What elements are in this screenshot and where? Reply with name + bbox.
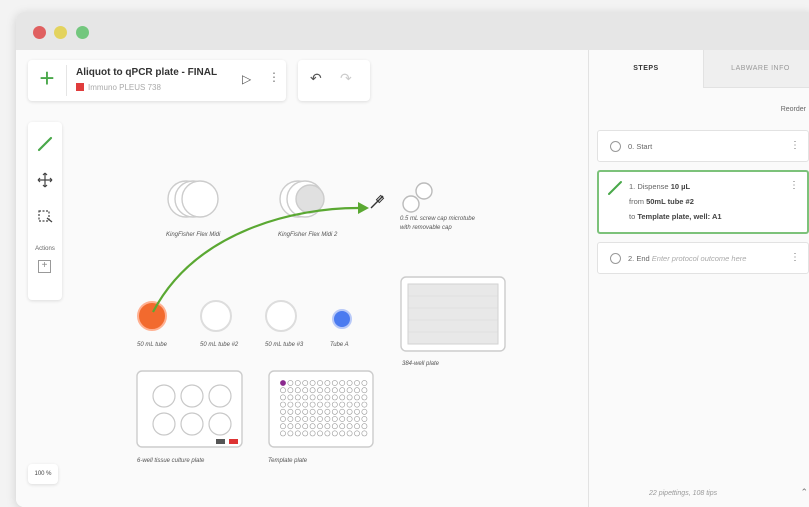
end-circle-icon: [610, 253, 621, 264]
minimize-window-button[interactable]: [54, 26, 67, 39]
pipette-cursor-icon: [370, 194, 385, 209]
step-menu-icon[interactable]: ⋮: [790, 252, 800, 263]
close-window-button[interactable]: [33, 26, 46, 39]
step-dispense-line3: to Template plate, well: A1: [629, 212, 722, 221]
step-end[interactable]: 2. End Enter protocol outcome here ⋮: [597, 242, 809, 274]
play-circle-icon: [610, 141, 621, 152]
step-menu-icon[interactable]: ⋮: [790, 140, 800, 151]
step-dispense-line1: 1. Dispense 10 µL: [629, 182, 691, 191]
step-end-label: 2. End Enter protocol outcome here: [628, 254, 747, 263]
step-start-label: 0. Start: [628, 142, 653, 151]
step-dispense[interactable]: 1. Dispense 10 µL from 50mL tube #2 to T…: [597, 170, 809, 234]
step-dispense-line2: from 50mL tube #2: [629, 197, 694, 206]
transfer-arrow: [152, 202, 369, 313]
tab-steps[interactable]: STEPS: [589, 50, 703, 88]
protocol-summary: 22 pipettings, 108 tips: [649, 490, 718, 497]
app-window: + Aliquot to qPCR plate - FINAL Immuno P…: [16, 12, 809, 507]
reorder-button[interactable]: Reorder: [781, 106, 806, 113]
step-end-hint[interactable]: Enter protocol outcome here: [652, 254, 747, 263]
title-bar: [16, 12, 809, 50]
step-start[interactable]: 0. Start ⋮: [597, 130, 809, 162]
panel-tabs: STEPS LABWARE INFO: [589, 50, 809, 88]
pipette-step-icon: [608, 181, 622, 195]
maximize-window-button[interactable]: [76, 26, 89, 39]
tab-labware-info[interactable]: LABWARE INFO: [703, 50, 809, 88]
labware-canvas[interactable]: + Aliquot to qPCR plate - FINAL Immuno P…: [16, 50, 586, 507]
step-menu-icon[interactable]: ⋮: [789, 180, 799, 191]
steps-panel: STEPS LABWARE INFO Reorder 0. Start ⋮ 1.…: [588, 50, 809, 507]
chevron-up-icon[interactable]: ⌃: [800, 487, 808, 498]
